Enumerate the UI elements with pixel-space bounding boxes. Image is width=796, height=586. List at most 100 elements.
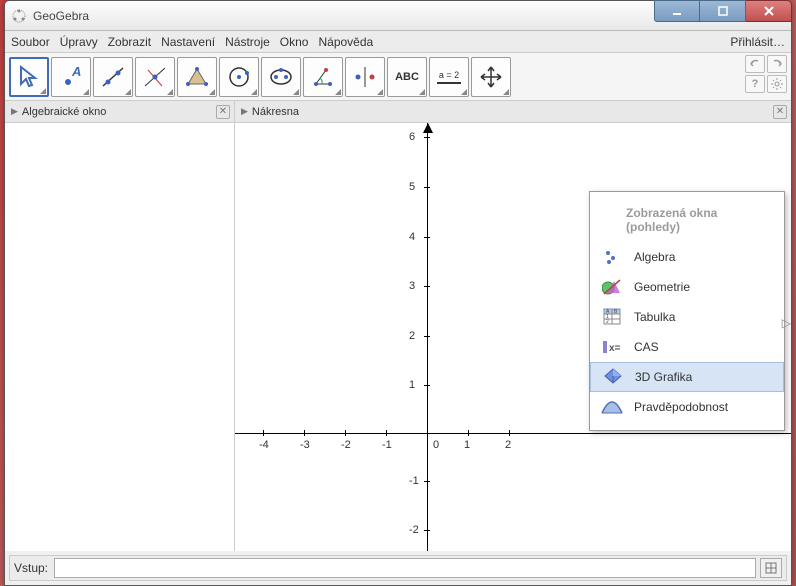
- y-tick-label: -1: [409, 475, 419, 487]
- tool-move-view[interactable]: [471, 57, 511, 97]
- y-tick: [424, 187, 430, 188]
- slider-icon-label: a = 2: [437, 70, 461, 84]
- chevron-down-icon: [167, 89, 173, 95]
- views-popup: Zobrazená okna (pohledy) Algebra Geometr…: [589, 191, 785, 431]
- algebra-panel: ▶ Algebraické okno ✕: [5, 101, 235, 551]
- tool-line[interactable]: [93, 57, 133, 97]
- tool-text[interactable]: ABC: [387, 57, 427, 97]
- triangle-right-icon: ▶: [11, 106, 18, 117]
- y-tick-label: 1: [409, 379, 415, 391]
- toolbar-right: ?: [745, 55, 787, 93]
- window-title: GeoGebra: [33, 9, 89, 23]
- y-axis-arrow-icon: [423, 123, 433, 133]
- tool-perpendicular[interactable]: [135, 57, 175, 97]
- algebra-title: Algebraické okno: [22, 106, 106, 118]
- symbol-button[interactable]: [760, 558, 782, 578]
- chevron-down-icon: [419, 89, 425, 95]
- triangle-right-icon: ▶: [241, 106, 248, 117]
- menu-tools[interactable]: Nástroje: [225, 35, 270, 49]
- redo-button[interactable]: [767, 55, 787, 73]
- menubar: Soubor Úpravy Zobrazit Nastavení Nástroj…: [5, 31, 791, 53]
- app-icon: [11, 8, 27, 24]
- cas-icon: x=: [600, 337, 624, 357]
- command-input[interactable]: [54, 558, 756, 578]
- popup-item-algebra[interactable]: Algebra: [590, 242, 784, 272]
- tool-point[interactable]: A: [51, 57, 91, 97]
- titlebar[interactable]: GeoGebra: [5, 1, 791, 31]
- menu-help[interactable]: Nápověda: [318, 35, 373, 49]
- chevron-down-icon: [377, 89, 383, 95]
- popup-label: Geometrie: [634, 280, 690, 294]
- chevron-down-icon: [293, 89, 299, 95]
- window-controls: [654, 0, 792, 22]
- x-tick: [345, 430, 346, 436]
- popup-title: Zobrazená okna (pohledy): [590, 196, 784, 242]
- graphics-header[interactable]: ▶ Nákresna ✕: [235, 101, 791, 123]
- x-tick-label: -4: [259, 439, 269, 451]
- input-label: Vstup:: [14, 561, 48, 575]
- menu-window[interactable]: Okno: [280, 35, 309, 49]
- y-tick-label: 4: [409, 231, 415, 243]
- y-tick: [424, 530, 430, 531]
- y-tick-label: 6: [409, 131, 415, 143]
- y-tick-label: -2: [409, 524, 419, 536]
- x-axis: [235, 433, 791, 434]
- x-tick-label: 0: [433, 439, 439, 451]
- popup-label: CAS: [634, 340, 659, 354]
- algebra-close-button[interactable]: ✕: [216, 105, 230, 119]
- menu-view[interactable]: Zobrazit: [108, 35, 151, 49]
- algebra-body[interactable]: [5, 123, 234, 551]
- help-button[interactable]: ?: [745, 75, 765, 93]
- y-tick: [424, 336, 430, 337]
- svg-text:2: 2: [606, 319, 609, 325]
- chevron-down-icon: [40, 88, 46, 94]
- undo-button[interactable]: [745, 55, 765, 73]
- app-window: GeoGebra Soubor Úpravy Zobrazit Nastaven…: [4, 0, 792, 586]
- maximize-button[interactable]: [700, 0, 746, 22]
- tool-polygon[interactable]: [177, 57, 217, 97]
- chevron-down-icon: [251, 89, 257, 95]
- menu-settings[interactable]: Nastavení: [161, 35, 215, 49]
- popup-item-probability[interactable]: Pravděpodobnost: [590, 392, 784, 422]
- tool-circle[interactable]: [219, 57, 259, 97]
- menu-file[interactable]: Soubor: [11, 35, 50, 49]
- tool-angle[interactable]: [303, 57, 343, 97]
- x-tick: [509, 430, 510, 436]
- tool-ellipse[interactable]: [261, 57, 301, 97]
- popup-item-spreadsheet[interactable]: AB12 Tabulka: [590, 302, 784, 332]
- tool-reflect[interactable]: [345, 57, 385, 97]
- algebra-header[interactable]: ▶ Algebraické okno ✕: [5, 101, 234, 123]
- x-tick-label: 2: [505, 439, 511, 451]
- popup-item-3d[interactable]: 3D Grafika: [590, 362, 784, 392]
- popup-item-geometry[interactable]: Geometrie: [590, 272, 784, 302]
- popup-label: 3D Grafika: [635, 370, 692, 384]
- x-tick: [468, 430, 469, 436]
- popup-item-cas[interactable]: x= CAS: [590, 332, 784, 362]
- chevron-down-icon: [461, 89, 467, 95]
- y-tick: [424, 481, 430, 482]
- x-tick-label: -2: [341, 439, 351, 451]
- x-tick: [263, 430, 264, 436]
- popup-label: Tabulka: [634, 310, 675, 324]
- menu-edit[interactable]: Úpravy: [60, 35, 98, 49]
- probability-icon: [600, 397, 624, 417]
- login-link[interactable]: Přihlásit…: [730, 35, 785, 49]
- tool-move[interactable]: [9, 57, 49, 97]
- graphics3d-icon: [601, 367, 625, 387]
- graphics-close-button[interactable]: ✕: [773, 105, 787, 119]
- spreadsheet-icon: AB12: [600, 307, 624, 327]
- toolbar: A ABC a = 2 ?: [5, 53, 791, 101]
- minimize-button[interactable]: [654, 0, 700, 22]
- svg-text:x=: x=: [609, 343, 621, 354]
- input-bar: Vstup:: [9, 555, 787, 581]
- settings-button[interactable]: [767, 75, 787, 93]
- tool-slider[interactable]: a = 2: [429, 57, 469, 97]
- graphics-title: Nákresna: [252, 106, 299, 118]
- x-tick-label: -3: [300, 439, 310, 451]
- close-button[interactable]: [746, 0, 792, 22]
- algebra-icon: [600, 247, 624, 267]
- side-expand-icon[interactable]: ▷: [782, 316, 791, 330]
- y-tick: [424, 237, 430, 238]
- y-tick: [424, 385, 430, 386]
- chevron-down-icon: [83, 89, 89, 95]
